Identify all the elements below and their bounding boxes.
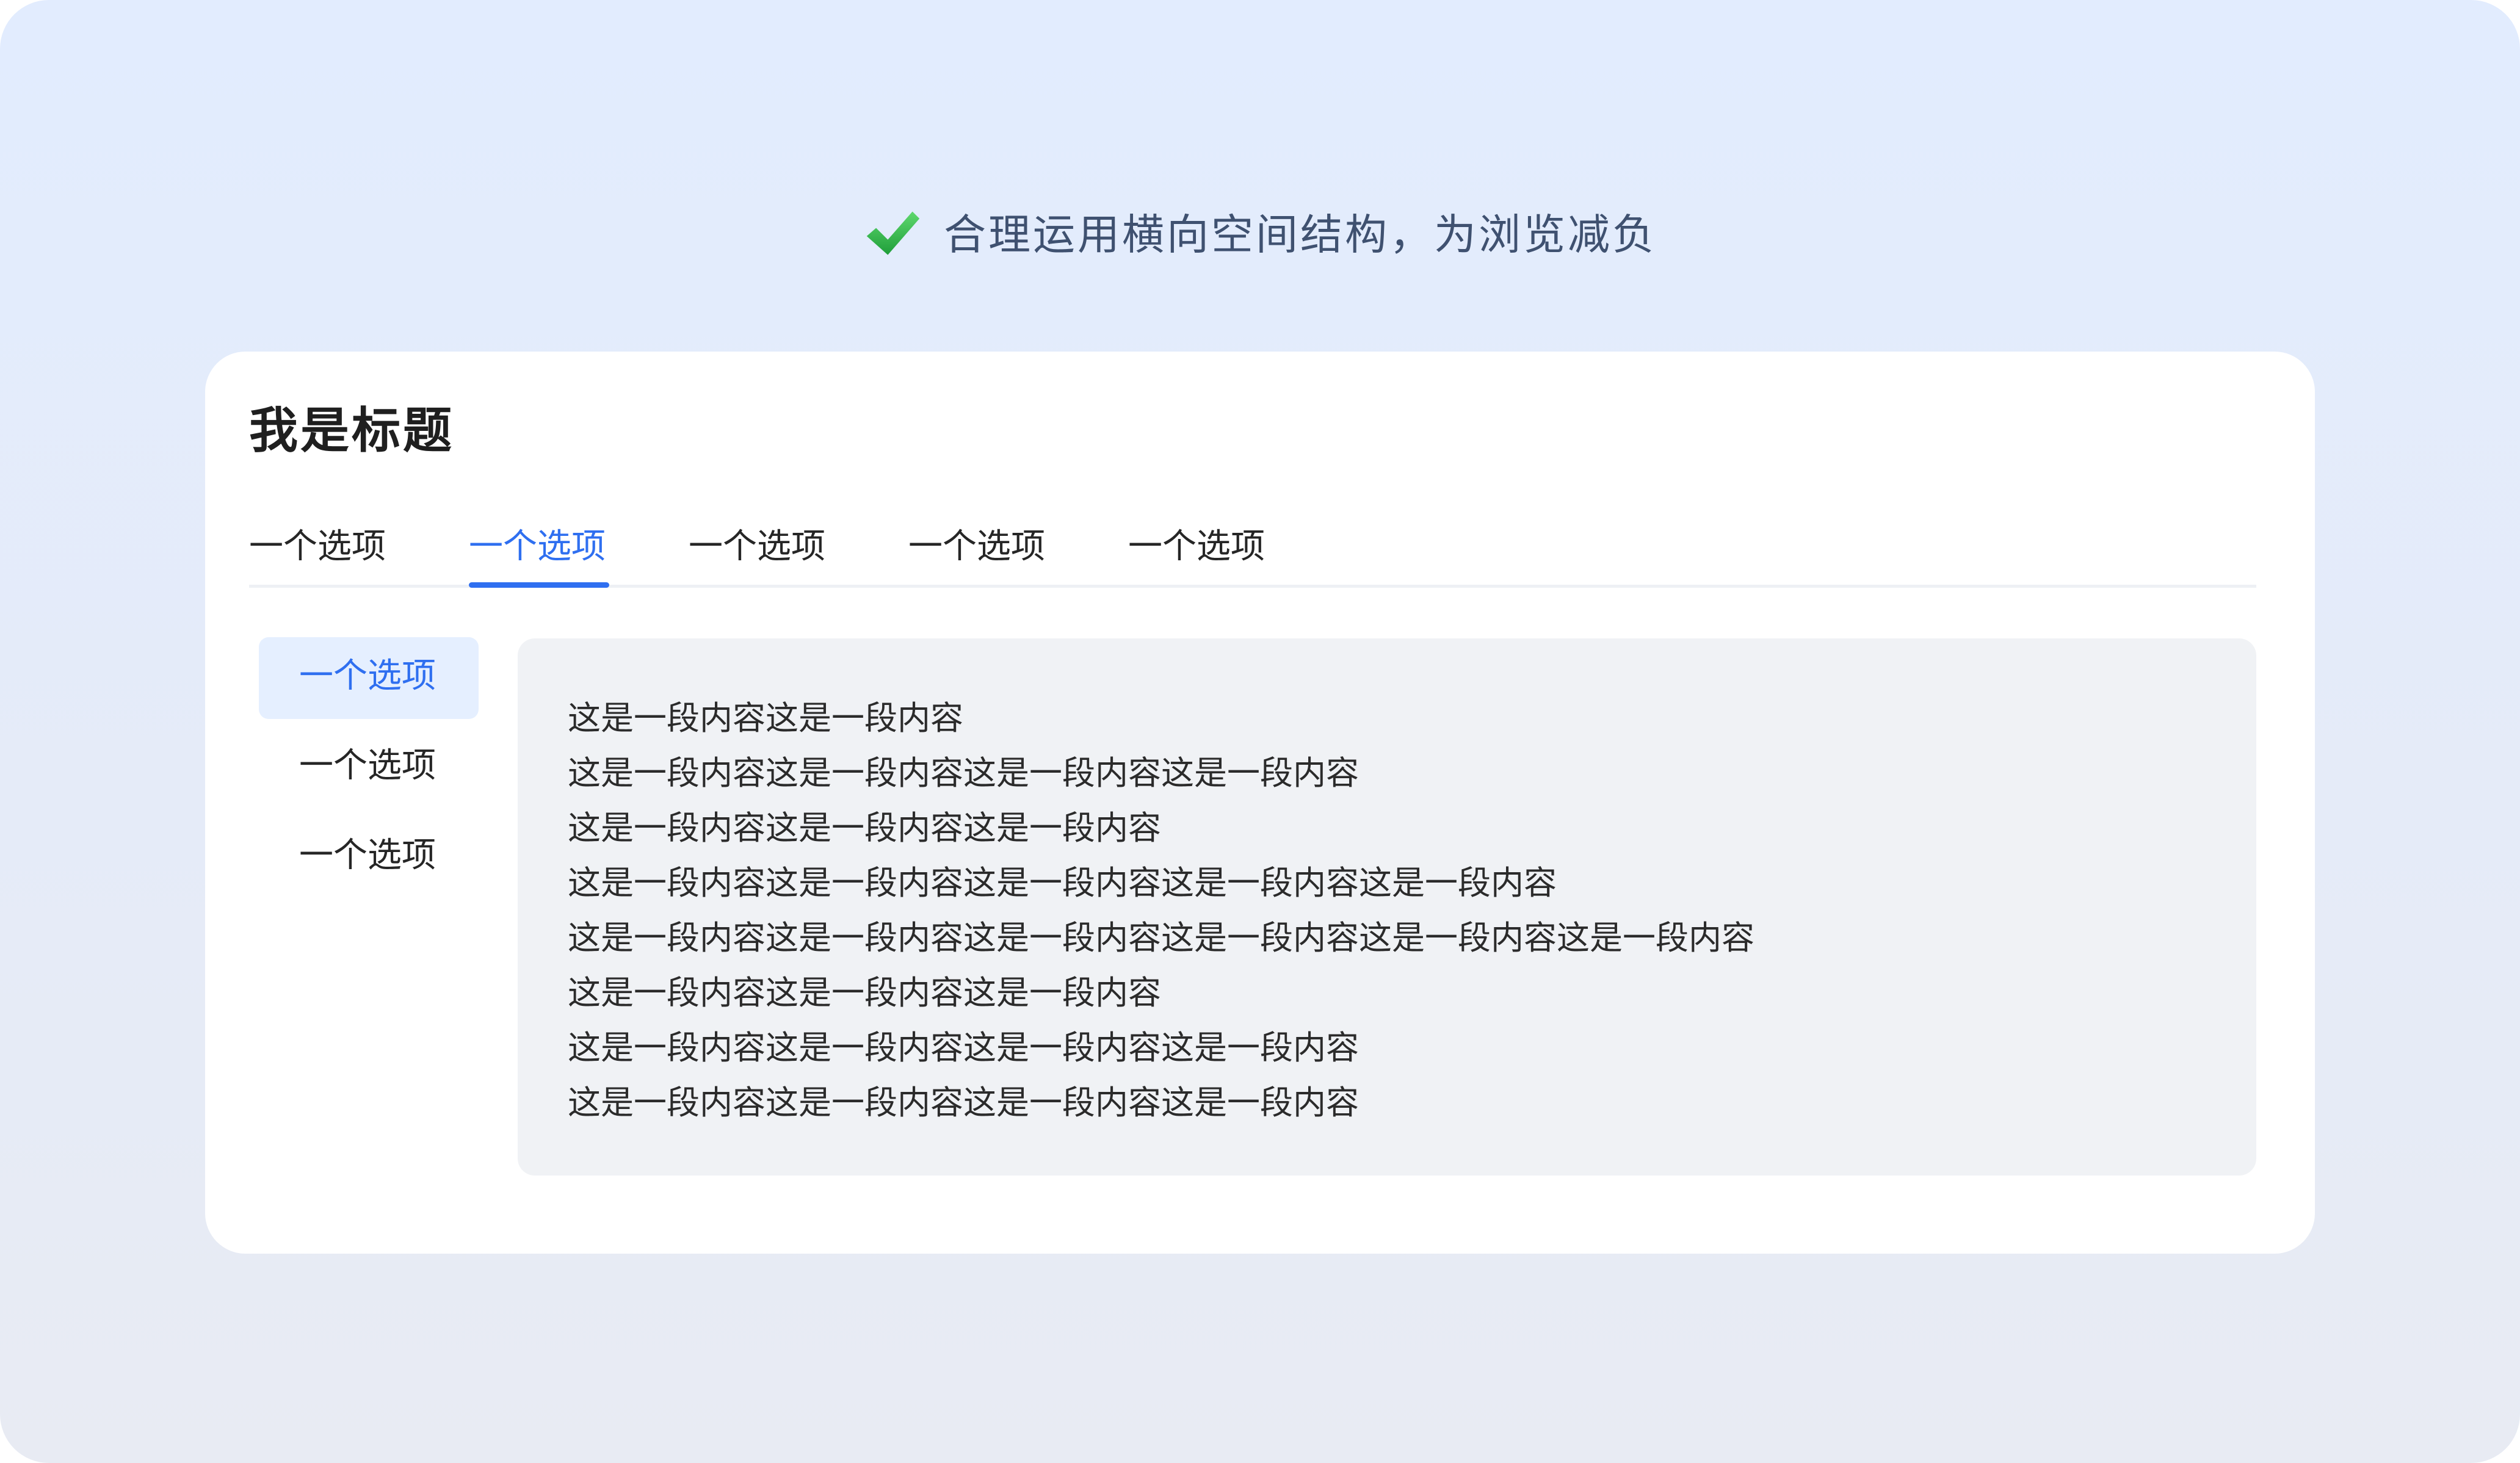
content-line: 这是一段内容这是一段内容 (568, 699, 963, 737)
side-nav: 一个选项 一个选项 一个选项 (259, 637, 479, 906)
side-nav-item-label: 一个选项 (299, 836, 436, 875)
headline-text: 合理运用横向空间结构，为浏览减负 (944, 210, 1657, 259)
tab-label: 一个选项 (689, 527, 825, 566)
tab-label: 一个选项 (908, 527, 1045, 566)
side-nav-item-2[interactable]: 一个选项 (259, 727, 479, 809)
content-panel: 这是一段内容这是一段内容 这是一段内容这是一段内容这是一段内容这是一段内容 这是… (518, 638, 2256, 1176)
tab-label: 一个选项 (249, 527, 386, 566)
side-nav-item-label: 一个选项 (299, 656, 436, 696)
tab-4[interactable]: 一个选项 (908, 521, 1049, 585)
tab-1[interactable]: 一个选项 (249, 521, 389, 585)
page-background: 合理运用横向空间结构，为浏览减负 我是标题 一个选项 一个选项 一个选项 一个选… (0, 0, 2520, 1463)
content-line: 这是一段内容这是一段内容这是一段内容这是一段内容 (568, 754, 1359, 792)
side-nav-item-label: 一个选项 (299, 746, 436, 786)
content-line: 这是一段内容这是一段内容这是一段内容这是一段内容这是一段内容 (568, 864, 1557, 902)
content-line: 这是一段内容这是一段内容这是一段内容 (568, 974, 1161, 1012)
tab-5[interactable]: 一个选项 (1128, 521, 1269, 585)
side-nav-item-3[interactable]: 一个选项 (259, 817, 479, 898)
content-card: 我是标题 一个选项 一个选项 一个选项 一个选项 一个选项 一个选项 一个选项 … (205, 352, 2315, 1254)
content-text: 这是一段内容这是一段内容 这是一段内容这是一段内容这是一段内容这是一段内容 这是… (568, 691, 1754, 1130)
tab-label: 一个选项 (1128, 527, 1265, 566)
tab-2[interactable]: 一个选项 (469, 521, 609, 588)
check-icon (866, 211, 920, 255)
headline: 合理运用横向空间结构，为浏览减负 (0, 201, 2520, 269)
tab-bar: 一个选项 一个选项 一个选项 一个选项 一个选项 (249, 521, 2256, 588)
tab-label: 一个选项 (469, 527, 606, 566)
card-title: 我是标题 (249, 402, 454, 459)
content-line: 这是一段内容这是一段内容这是一段内容这是一段内容 (568, 1028, 1359, 1067)
tab-3[interactable]: 一个选项 (689, 521, 829, 585)
content-line: 这是一段内容这是一段内容这是一段内容这是一段内容 (568, 1083, 1359, 1122)
active-tab-indicator (469, 582, 609, 588)
content-line: 这是一段内容这是一段内容这是一段内容这是一段内容这是一段内容这是一段内容 (568, 919, 1754, 957)
content-line: 这是一段内容这是一段内容这是一段内容 (568, 809, 1161, 847)
side-nav-item-1[interactable]: 一个选项 (259, 637, 479, 719)
